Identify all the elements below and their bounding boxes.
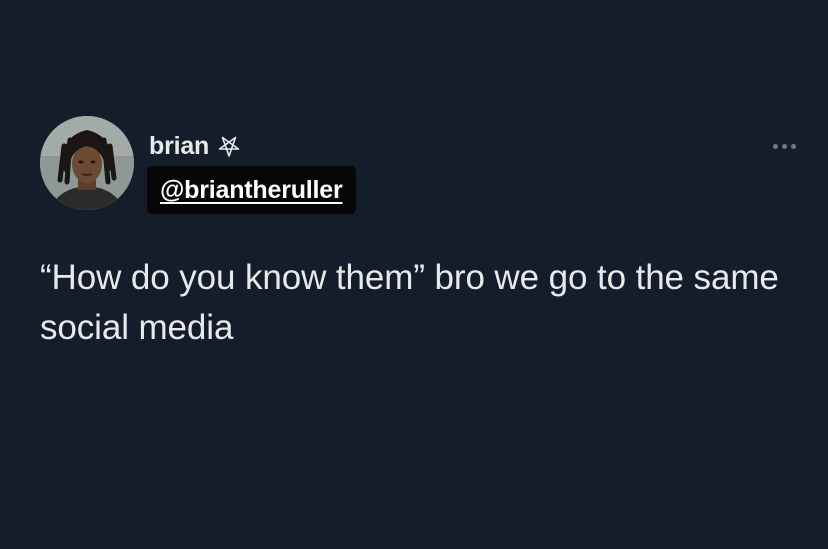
more-horizontal-icon-dot [781, 143, 787, 149]
avatar[interactable] [40, 116, 134, 210]
tweet: brian @briantheruller “How do you know t… [0, 0, 828, 549]
avatar-image [40, 116, 134, 210]
more-horizontal-icon-dot [790, 143, 796, 149]
more-options-button[interactable] [766, 136, 802, 156]
more-horizontal-icon-dot [772, 143, 778, 149]
pentagram-icon [217, 134, 241, 158]
tweet-text: “How do you know them” bro we go to the … [40, 258, 779, 347]
name-row: brian [149, 130, 241, 162]
handle-chip: @briantheruller [147, 166, 356, 214]
user-handle[interactable]: @briantheruller [160, 176, 343, 205]
display-name[interactable]: brian [149, 132, 209, 161]
